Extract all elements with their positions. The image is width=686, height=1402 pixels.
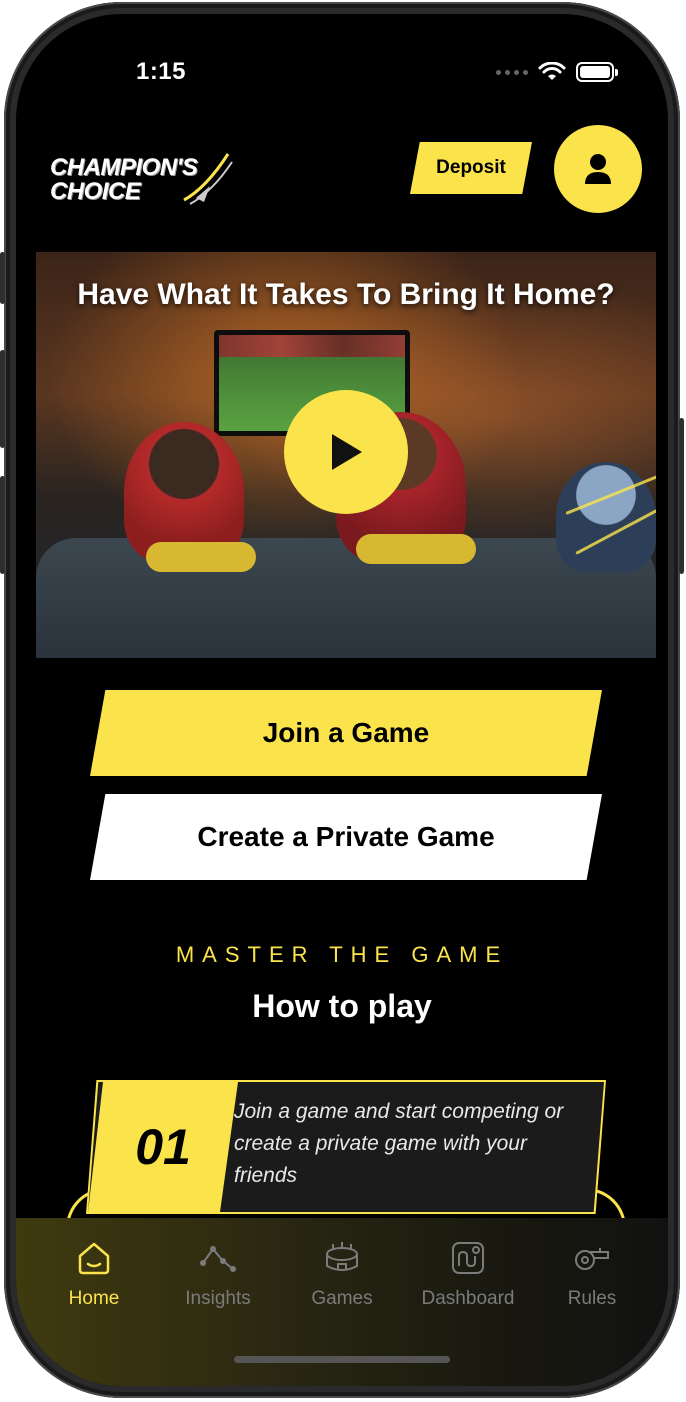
wifi-icon (538, 62, 566, 80)
mute-switch (0, 252, 5, 304)
dashboard-icon (452, 1242, 484, 1274)
phone-frame: 1:15 CHAMPION'S CHOICE Deposit Have What… (0, 2, 684, 1398)
tab-insights[interactable]: Insights (158, 1238, 278, 1310)
tab-label: Insights (185, 1288, 251, 1309)
status-icons (496, 62, 618, 82)
tab-dashboard[interactable]: Dashboard (408, 1238, 528, 1310)
insights-icon (200, 1246, 236, 1272)
tab-label: Home (68, 1288, 120, 1309)
hero-title: Have What It Takes To Bring It Home? (77, 278, 615, 311)
home-indicator[interactable] (234, 1356, 450, 1363)
stadium-icon (326, 1242, 358, 1271)
power-button (679, 418, 684, 574)
hero-video[interactable]: Have What It Takes To Bring It Home? (36, 252, 656, 658)
play-icon (332, 434, 362, 470)
tab-home[interactable]: Home (34, 1238, 154, 1310)
home-icon (78, 1242, 110, 1275)
tab-games[interactable]: Games (282, 1238, 402, 1310)
step-number-box: 01 (88, 1082, 238, 1212)
fan-image (124, 422, 244, 562)
fan-scarf-image (146, 542, 256, 572)
create-private-game-button[interactable]: Create a Private Game (90, 794, 602, 880)
tab-label: Dashboard (421, 1288, 515, 1309)
app-screen: 1:15 CHAMPION'S CHOICE Deposit Have What… (16, 14, 668, 1386)
profile-button[interactable] (554, 125, 642, 213)
tab-rules[interactable]: Rules (532, 1238, 652, 1310)
logo-line-2: CHOICE (50, 178, 141, 205)
battery-icon (576, 62, 618, 82)
step-description: Join a game and start competing or creat… (234, 1100, 564, 1187)
signal-dots-icon (496, 69, 528, 75)
volume-down-button (0, 476, 5, 574)
section-title: How to play (252, 988, 432, 1024)
step-number: 01 (135, 1119, 191, 1175)
whistle-icon (575, 1248, 609, 1270)
status-time: 1:15 (135, 58, 187, 85)
volume-up-button (0, 350, 5, 448)
play-button[interactable] (284, 390, 408, 514)
app-logo[interactable]: CHAMPION'S CHOICE (50, 142, 240, 208)
fan-scarf-image (356, 534, 476, 564)
deposit-button[interactable]: Deposit (410, 142, 532, 194)
join-game-button[interactable]: Join a Game (90, 690, 602, 776)
user-icon (585, 154, 611, 184)
section-eyebrow: MASTER THE GAME (175, 942, 509, 967)
tab-label: Rules (567, 1288, 617, 1309)
trophy-swoosh-icon (183, 153, 233, 205)
tab-label: Games (311, 1288, 373, 1309)
